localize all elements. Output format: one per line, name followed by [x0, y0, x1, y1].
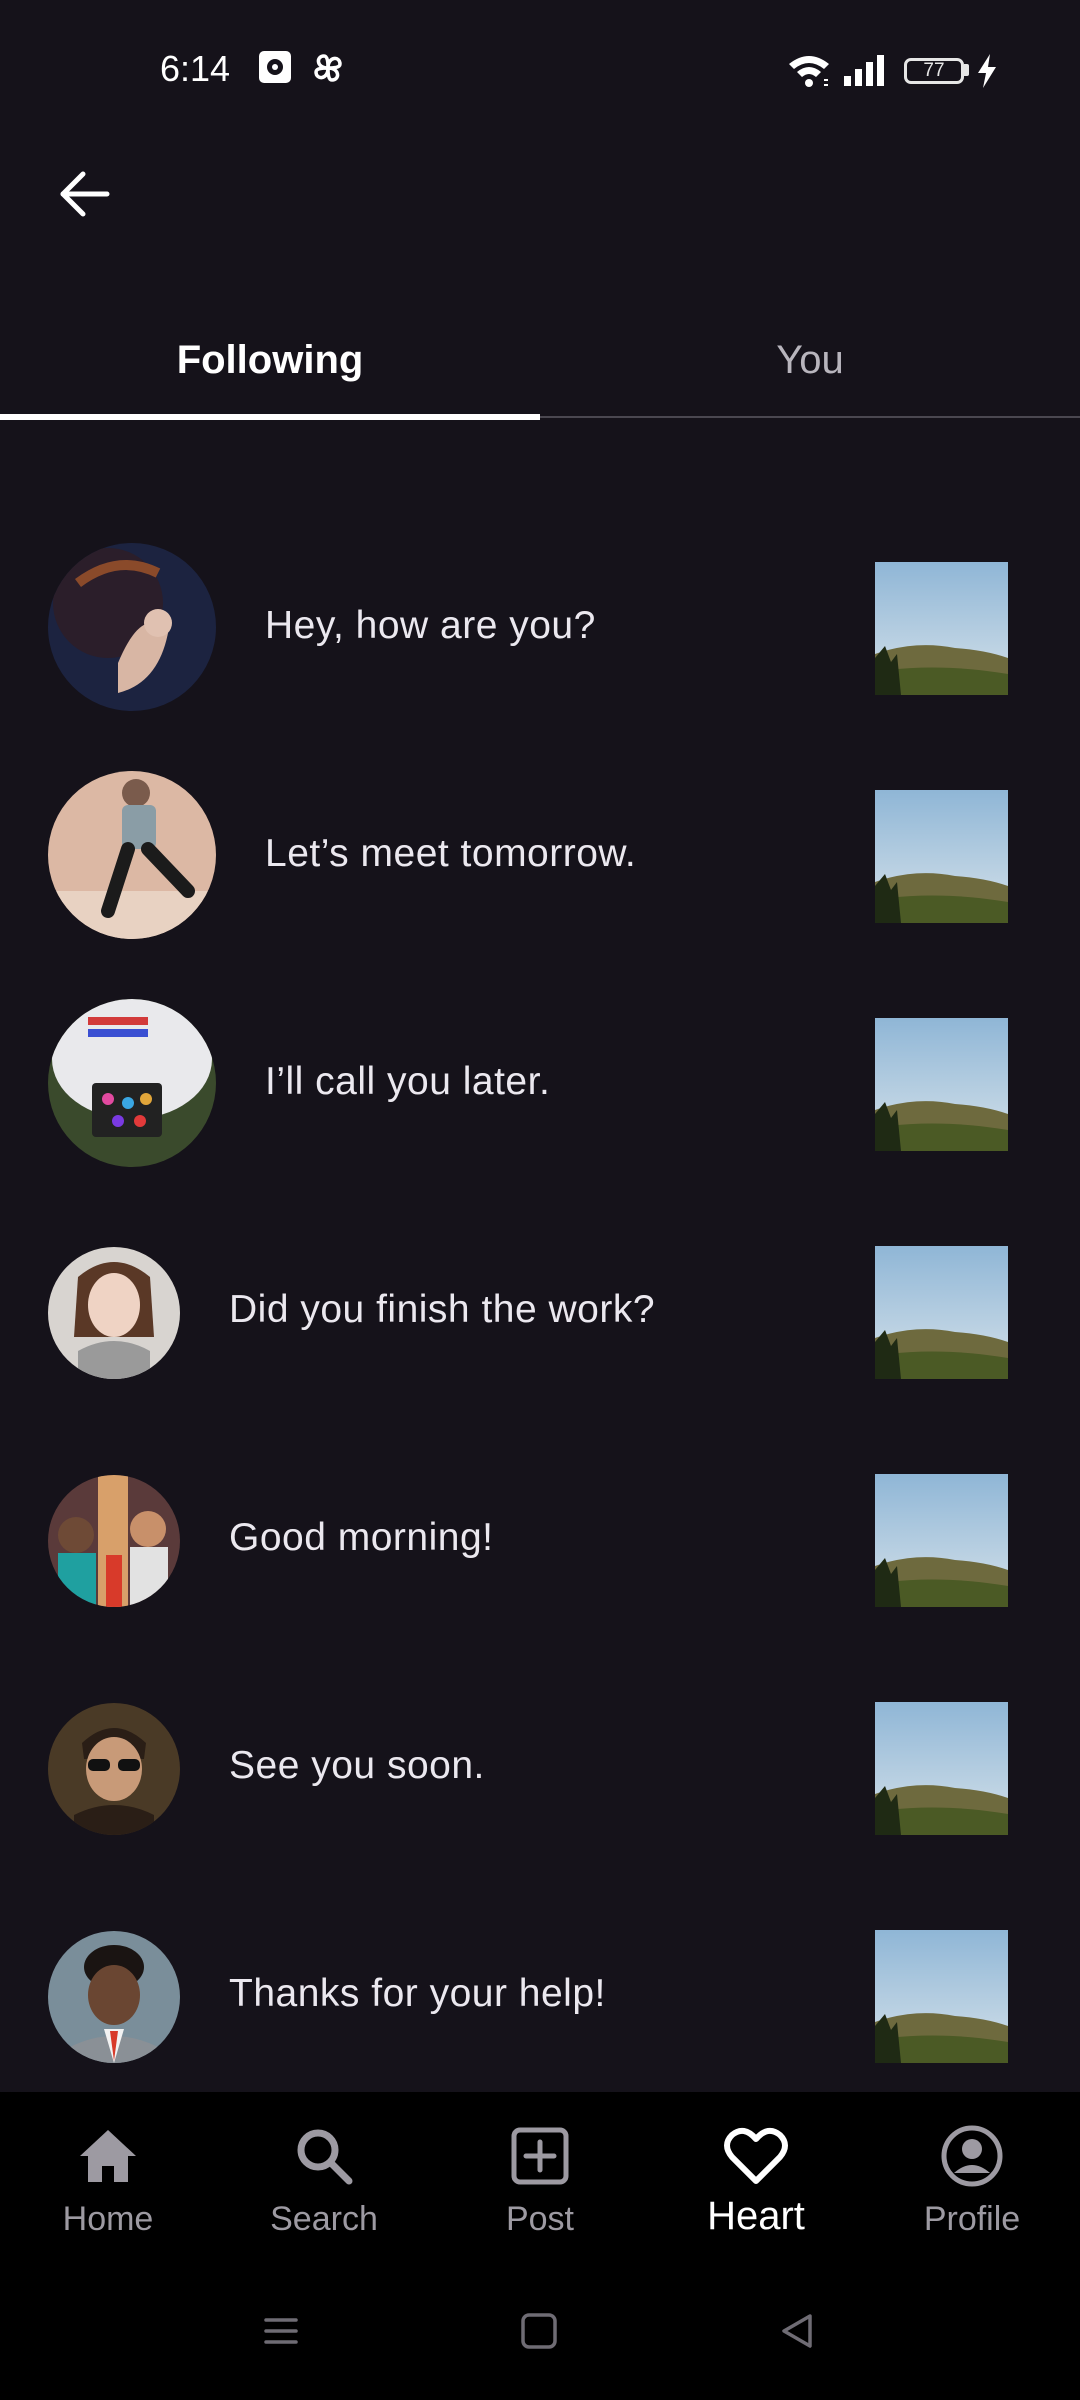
message-text: See you soon. — [229, 1744, 485, 1787]
signal-icon — [842, 54, 888, 93]
search-icon — [288, 2120, 360, 2192]
nav-search[interactable]: Search — [216, 2092, 432, 2292]
charging-icon — [976, 54, 998, 93]
profile-icon — [936, 2120, 1008, 2192]
tab-bar: Following You — [0, 300, 1080, 420]
message-text: Hey, how are you? — [265, 604, 596, 647]
message-text: Did you finish the work? — [229, 1288, 656, 1331]
message-text: I’ll call you later. — [265, 1060, 551, 1103]
arrow-left-icon — [57, 169, 111, 224]
nav-home[interactable]: Home — [0, 2092, 216, 2292]
home-square-icon[interactable] — [520, 2312, 558, 2355]
avatar[interactable] — [48, 771, 216, 939]
message-text: Good morning! — [229, 1516, 494, 1559]
nav-label: Post — [505, 2200, 575, 2238]
back-triangle-icon[interactable] — [778, 2312, 816, 2355]
message-text: Let’s meet tomorrow. — [265, 832, 637, 875]
status-time: 6:14 — [160, 48, 231, 89]
list-item[interactable]: Good morning! — [0, 1438, 1080, 1638]
bottom-nav: Home Search Post Heart Profile — [0, 2092, 1080, 2400]
avatar[interactable] — [48, 1247, 180, 1379]
avatar[interactable] — [48, 1703, 180, 1835]
post-thumbnail[interactable] — [875, 1018, 1008, 1151]
add-box-icon — [504, 2120, 576, 2192]
message-text: Thanks for your help! — [229, 1972, 606, 2015]
avatar[interactable] — [48, 1475, 180, 1607]
nav-label: Heart — [707, 2194, 805, 2238]
list-item[interactable]: See you soon. — [0, 1666, 1080, 1866]
status-bar: 6:14 77 — [0, 0, 1080, 140]
avatar[interactable] — [48, 543, 216, 711]
back-button[interactable] — [48, 160, 120, 232]
wifi-icon — [786, 52, 832, 93]
tab-you[interactable]: You — [540, 300, 1080, 420]
list-item[interactable]: I’ll call you later. — [0, 982, 1080, 1182]
menu-icon[interactable] — [262, 2312, 300, 2355]
home-icon — [72, 2120, 144, 2192]
nav-label: Home — [62, 2200, 154, 2238]
list-item[interactable]: Did you finish the work? — [0, 1210, 1080, 1410]
battery-icon: 77 — [904, 58, 964, 84]
post-thumbnail[interactable] — [875, 1246, 1008, 1379]
avatar[interactable] — [48, 999, 216, 1167]
tab-following[interactable]: Following — [0, 300, 540, 420]
post-thumbnail[interactable] — [875, 1702, 1008, 1835]
battery-tip — [964, 64, 969, 76]
nav-heart[interactable]: Heart — [648, 2092, 864, 2292]
post-thumbnail[interactable] — [875, 790, 1008, 923]
post-thumbnail[interactable] — [875, 1930, 1008, 2063]
nav-label: Profile — [923, 2200, 1021, 2238]
post-thumbnail[interactable] — [875, 1474, 1008, 1607]
pinwheel-icon — [310, 50, 346, 91]
nav-profile[interactable]: Profile — [864, 2092, 1080, 2292]
list-item[interactable]: Hey, how are you? — [0, 526, 1080, 726]
list-item[interactable]: Thanks for your help! — [0, 1894, 1080, 2094]
list-item[interactable]: Let’s meet tomorrow. — [0, 754, 1080, 954]
avatar[interactable] — [48, 1931, 180, 2063]
post-thumbnail[interactable] — [875, 562, 1008, 695]
nav-post[interactable]: Post — [432, 2092, 648, 2292]
nav-label: Search — [270, 2200, 378, 2238]
tab-indicator — [0, 414, 540, 420]
heart-icon — [720, 2120, 792, 2192]
notification-icon — [258, 50, 292, 89]
